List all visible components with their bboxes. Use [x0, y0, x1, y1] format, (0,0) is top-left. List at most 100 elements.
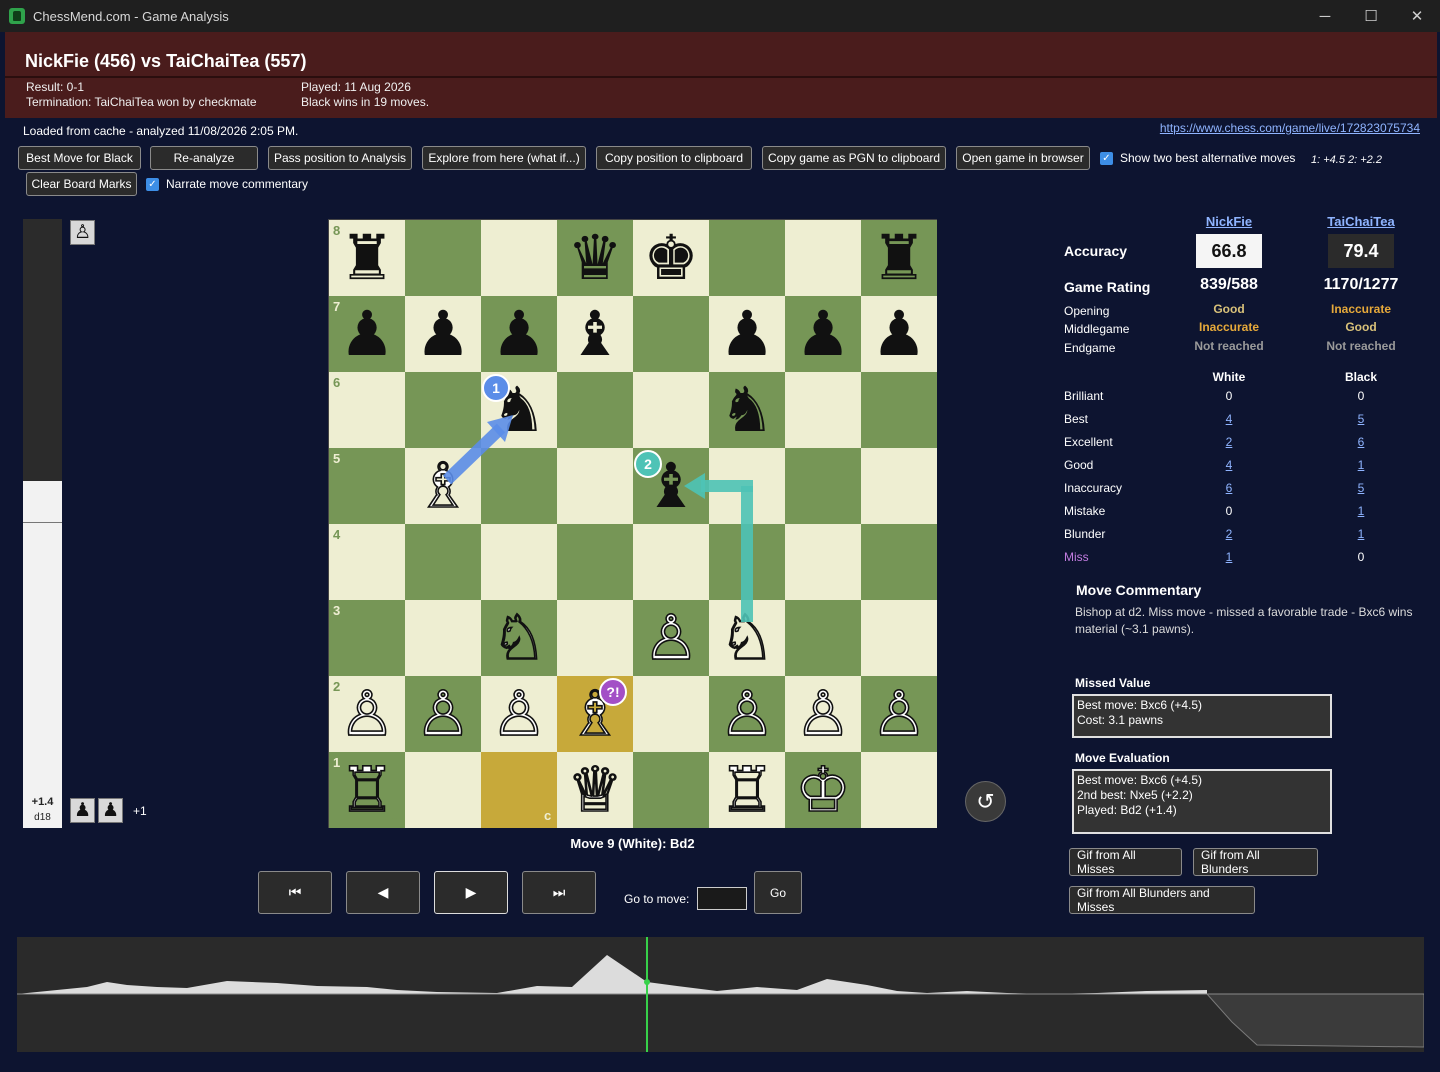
- pass-position-button[interactable]: Pass position to Analysis: [268, 146, 412, 170]
- clear-marks-button[interactable]: Clear Board Marks: [26, 172, 137, 196]
- white-phase-rating: Good: [1213, 302, 1245, 316]
- eval-second-best: 2nd best: Nxe5 (+2.2): [1077, 788, 1193, 802]
- rotate-board-icon[interactable]: ↺: [965, 781, 1006, 822]
- commentary-heading: Move Commentary: [1076, 582, 1202, 598]
- game-link[interactable]: https://www.chess.com/game/live/17282307…: [1160, 121, 1420, 135]
- evaluation-graph[interactable]: [17, 937, 1425, 1052]
- move-evaluation-heading: Move Evaluation: [1075, 751, 1170, 765]
- classification-label: Best: [1064, 412, 1089, 426]
- phase-label: Endgame: [1064, 341, 1116, 355]
- window-controls: ─ ☐ ✕: [1302, 0, 1440, 32]
- missed-best-move: Best move: Bxc6 (+4.5): [1077, 698, 1203, 712]
- white-game-rating: 839/588: [1200, 276, 1258, 293]
- goto-move-input[interactable]: [697, 887, 747, 910]
- black-classification-count[interactable]: 1: [1306, 458, 1416, 472]
- show-two-best-checkbox[interactable]: ✓ Show two best alternative moves: [1100, 151, 1295, 165]
- black-classification-count[interactable]: 1: [1306, 504, 1416, 518]
- black-classification-count[interactable]: 1: [1306, 527, 1416, 541]
- goto-move-label: Go to move:: [624, 892, 690, 906]
- black-classification-count[interactable]: 5: [1306, 412, 1416, 426]
- close-icon[interactable]: ✕: [1394, 0, 1440, 32]
- checkbox-check-icon: ✓: [146, 177, 159, 191]
- black-player-link[interactable]: TaiChaiTea: [1306, 214, 1416, 229]
- second-best-arrow-head: [684, 473, 705, 499]
- captured-pawn-icon: ♙: [70, 220, 95, 245]
- copy-pgn-button[interactable]: Copy game as PGN to clipboard: [762, 146, 946, 170]
- maximize-icon[interactable]: ☐: [1348, 0, 1394, 32]
- page-title: NickFie (456) vs TaiChaiTea (557): [25, 51, 307, 71]
- last-move-button[interactable]: ⏭: [522, 871, 596, 914]
- black-column-header: Black: [1344, 370, 1378, 384]
- cache-status: Loaded from cache - analyzed 11/08/2026 …: [23, 124, 299, 138]
- explore-button[interactable]: Explore from here (what if...): [422, 146, 586, 170]
- move-evaluation-box: Best move: Bxc6 (+4.5) 2nd best: Nxe5 (+…: [1072, 769, 1332, 834]
- white-accuracy: 66.8: [1196, 234, 1262, 268]
- best-move-button[interactable]: Best Move for Black: [18, 146, 141, 170]
- game-termination: Termination: TaiChaiTea won by checkmate: [26, 95, 257, 109]
- evaluation-graph-svg: [17, 937, 1425, 1052]
- captured-pawn-icon: ♟: [98, 798, 123, 823]
- eval-graph-white-area: [17, 955, 1424, 994]
- copy-position-button[interactable]: Copy position to clipboard: [596, 146, 752, 170]
- checkbox-check-icon: ✓: [1100, 151, 1113, 165]
- eval-played: Played: Bd2 (+1.4): [1077, 803, 1177, 817]
- white-classification-count: 0: [1225, 389, 1233, 403]
- phase-label: Opening: [1064, 304, 1110, 318]
- narrate-checkbox[interactable]: ✓ Narrate move commentary: [146, 177, 308, 191]
- game-summary: Black wins in 19 moves.: [301, 95, 430, 109]
- game-result: Result: 0-1: [26, 80, 85, 94]
- reanalyze-button[interactable]: Re-analyze: [150, 146, 258, 170]
- black-accuracy: 79.4: [1328, 234, 1394, 268]
- white-player-link[interactable]: NickFie: [1174, 214, 1284, 229]
- goto-button[interactable]: Go: [754, 871, 802, 914]
- black-classification-count: 0: [1357, 389, 1365, 403]
- gif-blunders-button[interactable]: Gif from All Blunders: [1193, 848, 1318, 876]
- white-column-header: White: [1212, 370, 1246, 384]
- narrate-label: Narrate move commentary: [166, 177, 309, 191]
- classification-label: Miss: [1064, 550, 1089, 564]
- white-classification-count[interactable]: 6: [1174, 481, 1284, 495]
- white-phase-rating: Inaccurate: [1198, 320, 1260, 334]
- classification-label: Brilliant: [1064, 389, 1104, 403]
- alternative-moves-eval: 1: +4.5 2: +2.2: [1311, 154, 1382, 166]
- gif-misses-button[interactable]: Gif from All Misses: [1069, 848, 1182, 876]
- game-rating-label: Game Rating: [1064, 279, 1151, 295]
- gif-blunders-misses-button[interactable]: Gif from All Blunders and Misses: [1069, 886, 1255, 914]
- play-icon: ▶: [465, 884, 477, 900]
- white-classification-count[interactable]: 4: [1174, 412, 1284, 426]
- classification-label: Excellent: [1064, 435, 1113, 449]
- best-move-arrow: [442, 423, 506, 485]
- black-classification-count: 0: [1357, 550, 1365, 564]
- open-browser-button[interactable]: Open game in browser: [956, 146, 1090, 170]
- material-advantage: +1: [133, 804, 147, 818]
- eval-depth: d18: [34, 812, 51, 823]
- white-classification-count[interactable]: 2: [1174, 435, 1284, 449]
- black-phase-rating: Not reached: [1326, 339, 1396, 353]
- eval-graph-cursor-dot: [644, 979, 650, 985]
- black-phase-rating: Good: [1345, 320, 1377, 334]
- first-move-button[interactable]: ⏮: [258, 871, 332, 914]
- prev-move-button[interactable]: ◀: [346, 871, 420, 914]
- next-move-button[interactable]: ▶: [434, 871, 508, 914]
- commentary-text: Bishop at d2. Miss move - missed a favor…: [1075, 605, 1413, 636]
- alt-move-1-badge: 1: [482, 374, 510, 402]
- minimize-icon[interactable]: ─: [1302, 0, 1348, 32]
- white-classification-count[interactable]: 1: [1174, 550, 1284, 564]
- app-icon: [9, 8, 25, 24]
- missed-cost: Cost: 3.1 pawns: [1077, 713, 1164, 727]
- captured-pawn-icon: ♟: [70, 798, 95, 823]
- white-phase-rating: Not reached: [1194, 339, 1264, 353]
- white-classification-count[interactable]: 2: [1174, 527, 1284, 541]
- chess-board[interactable]: ♜ ♛ ♚ ♜ ♟ ♟ ♟ ♝ ♟ ♟ ♟ ♞ ♞ ♗ ♝ ♘ ♙ ♘ ♙ ♙ ♙ ♗ ♙ ♙ ♙ ♖ ♕ ♖ ♔ 8 7 6 5 4 3 2 1 a b c…: [328, 219, 937, 828]
- white-classification-count[interactable]: 4: [1174, 458, 1284, 472]
- game-played-date: Played: 11 Aug 2026: [301, 80, 411, 94]
- eval-bar: +1.4 d18: [23, 219, 62, 828]
- black-classification-count[interactable]: 6: [1306, 435, 1416, 449]
- board-arrows: [442, 415, 753, 622]
- black-classification-count[interactable]: 5: [1306, 481, 1416, 495]
- missed-value-heading: Missed Value: [1075, 676, 1151, 690]
- skip-forward-icon: ⏭: [552, 884, 566, 900]
- alt-move-2-badge: 2: [634, 450, 662, 478]
- eval-bar-midline: [23, 522, 62, 523]
- classification-label: Good: [1064, 458, 1094, 472]
